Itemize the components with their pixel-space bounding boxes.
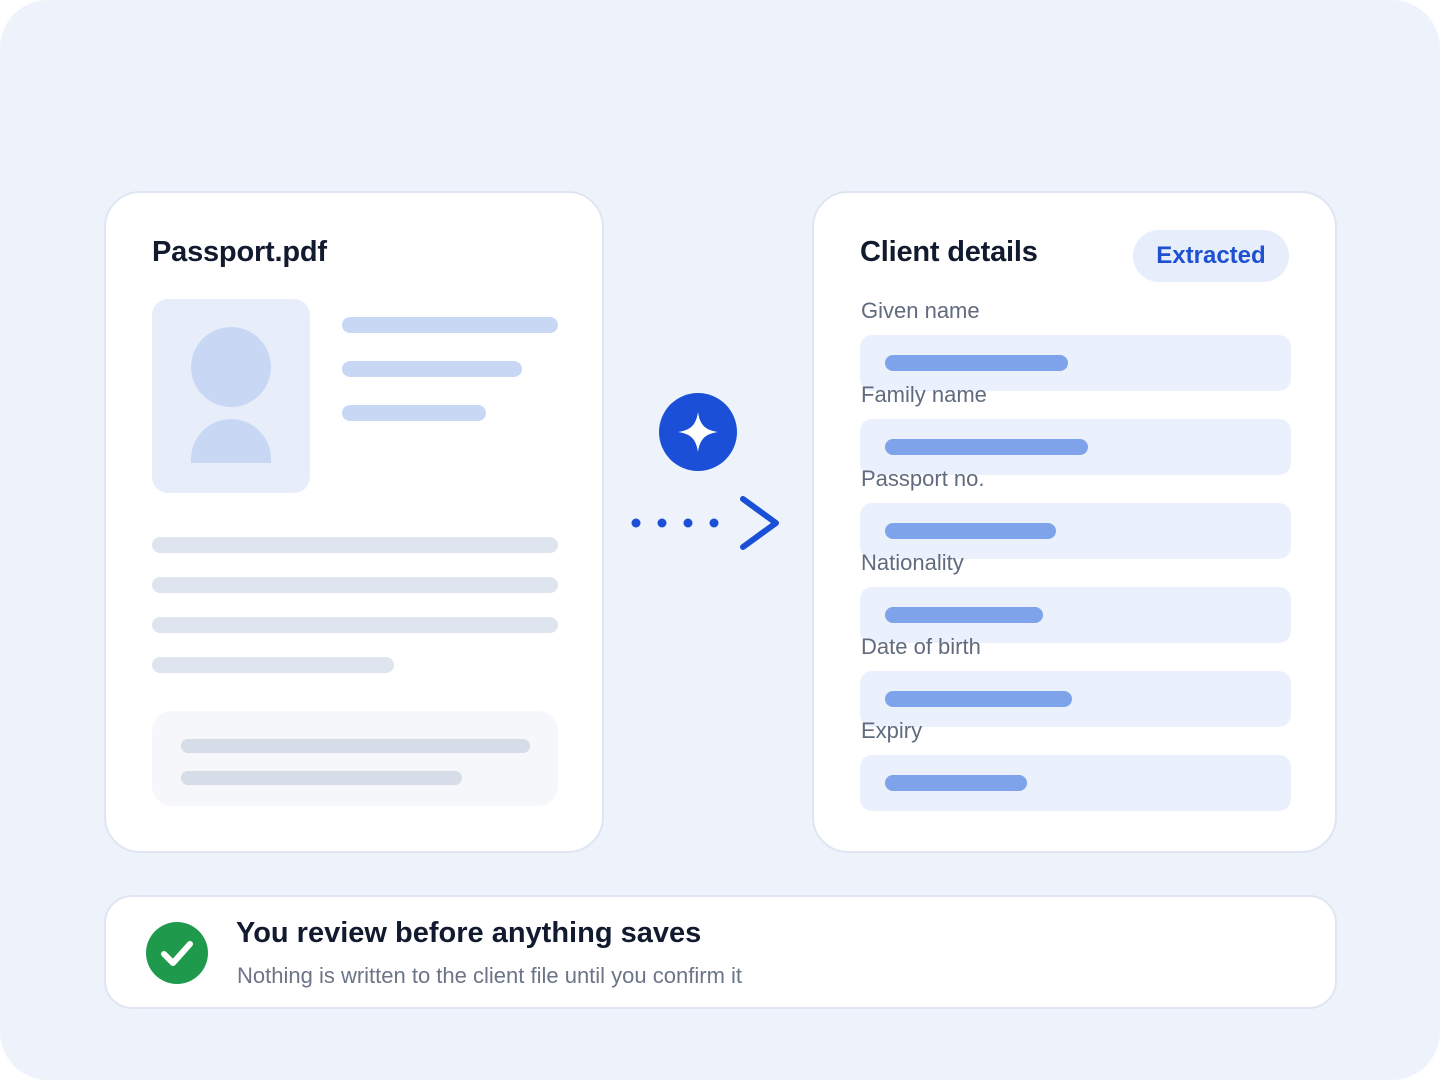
field-value-box[interactable] <box>860 671 1291 727</box>
extracted-status-badge: Extracted <box>1133 230 1289 282</box>
check-circle-icon <box>146 922 208 984</box>
passport-photo-placeholder <box>152 299 310 493</box>
document-title: Passport.pdf <box>152 236 327 268</box>
field-value-box[interactable] <box>860 755 1291 811</box>
field-label: Nationality <box>861 550 964 575</box>
field-value-placeholder <box>885 355 1068 371</box>
document-summary-block <box>152 711 558 806</box>
field-label: Passport no. <box>861 466 985 491</box>
text-line-placeholder <box>342 405 486 421</box>
field-label: Given name <box>861 298 980 323</box>
review-notice-subtitle: Nothing is written to the client file un… <box>237 963 743 988</box>
dotted-arrow-icon <box>631 496 779 550</box>
avatar-body-shape <box>191 419 271 463</box>
text-line-placeholder <box>181 739 530 753</box>
text-line-placeholder <box>152 657 394 673</box>
field-value-placeholder <box>885 775 1027 791</box>
sparkle-icon <box>659 393 737 471</box>
review-notice: You review before anything saves Nothing… <box>104 895 1337 1009</box>
field-label: Family name <box>861 382 987 407</box>
review-notice-title: You review before anything saves <box>236 917 702 949</box>
text-line-placeholder <box>152 617 558 633</box>
source-document-card: Passport.pdf <box>104 191 604 853</box>
client-details-title: Client details <box>860 236 1038 268</box>
field-value-placeholder <box>885 607 1043 623</box>
field-value-placeholder <box>885 691 1072 707</box>
avatar-head-shape <box>191 327 271 407</box>
field-label: Date of birth <box>861 634 981 659</box>
client-details-card: Client details Extracted Given name Famil… <box>812 191 1337 853</box>
field-value-placeholder <box>885 439 1088 455</box>
illustration-frame: Passport.pdf Client details Extracted Gi… <box>0 0 1440 1080</box>
field-label: Expiry <box>861 718 923 743</box>
text-line-placeholder <box>342 317 558 333</box>
text-line-placeholder <box>181 771 462 785</box>
text-line-placeholder <box>152 537 558 553</box>
text-line-placeholder <box>152 577 558 593</box>
field-value-placeholder <box>885 523 1056 539</box>
text-line-placeholder <box>342 361 522 377</box>
